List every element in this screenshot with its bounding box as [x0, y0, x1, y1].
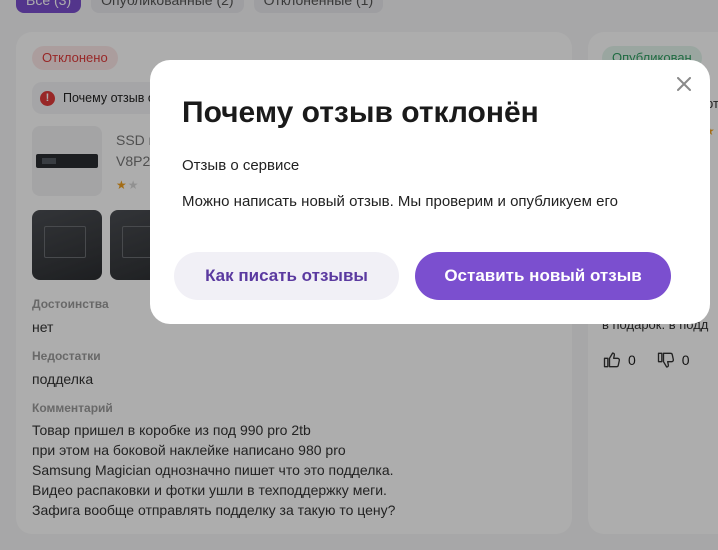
close-button[interactable]	[672, 72, 696, 96]
close-icon	[677, 77, 691, 91]
write-new-review-button[interactable]: Оставить новый отзыв	[415, 252, 671, 300]
rejection-reason-modal: Почему отзыв отклонён Отзыв о сервисе Мо…	[150, 60, 710, 324]
modal-body-text: Можно написать новый отзыв. Мы проверим …	[182, 193, 618, 210]
modal-subtitle: Отзыв о сервисе	[182, 157, 300, 174]
how-to-write-reviews-button[interactable]: Как писать отзывы	[174, 252, 399, 300]
modal-title: Почему отзыв отклонён	[182, 96, 539, 129]
